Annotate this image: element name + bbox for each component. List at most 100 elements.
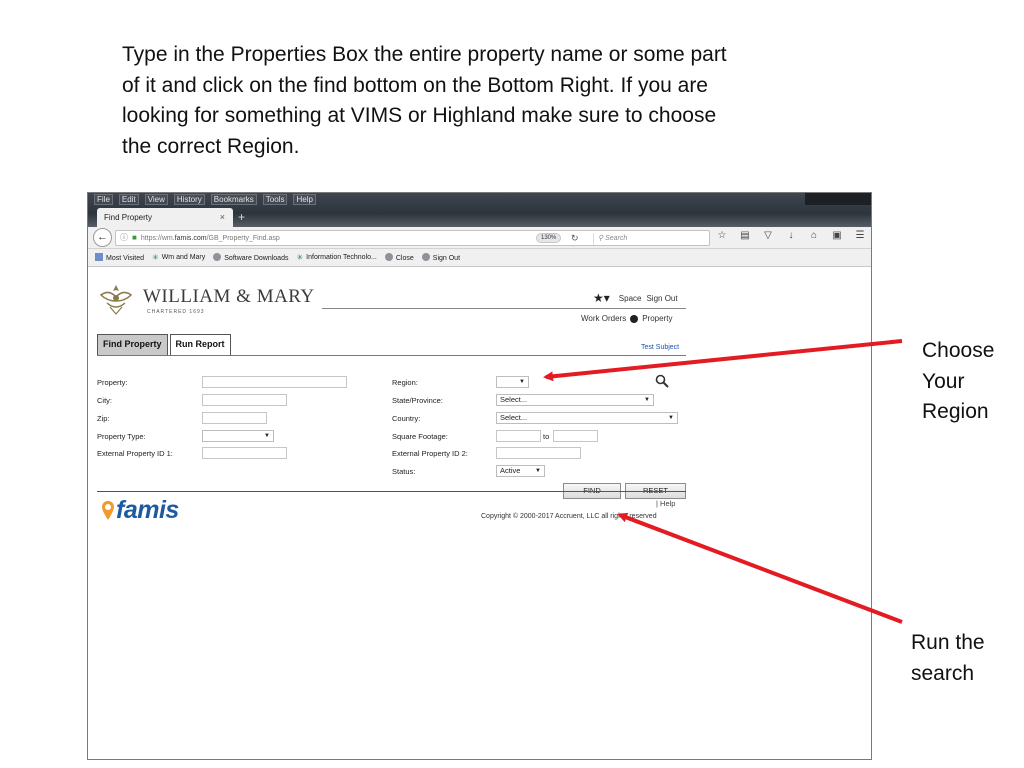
region-select[interactable]: ▼ (496, 376, 529, 388)
choose-region-callout: Choose Your Region (922, 336, 994, 428)
country-value: Select... (500, 413, 528, 422)
nav-space-link[interactable]: Space (619, 294, 642, 303)
bookmark-close[interactable]: Close (384, 253, 414, 262)
globe-icon (384, 253, 393, 261)
zip-input[interactable] (202, 412, 267, 424)
wm-icon: ✳ (152, 253, 159, 262)
bookmark-most-visited[interactable]: Most Visited (95, 253, 144, 262)
bookmark-label: Wm and Mary (161, 254, 206, 261)
instructions-text: Type in the Properties Box the entire pr… (122, 40, 822, 162)
bookmark-label: Most Visited (106, 255, 144, 262)
dropdown-arrow-icon: ▼ (519, 379, 525, 385)
brand-name: WILLIAM & MARY (143, 286, 315, 307)
menu-view[interactable]: View (144, 194, 168, 205)
help-link[interactable]: | Help (656, 499, 675, 508)
property-type-label: Property Type: (97, 432, 146, 441)
header-divider (322, 308, 686, 309)
state-label: State/Province: (392, 396, 443, 405)
test-subject-link[interactable]: Test Subject (641, 344, 679, 351)
sub-nav: Work Orders Property (581, 314, 672, 323)
dropdown-arrow-icon: ▼ (535, 468, 541, 474)
country-select[interactable]: Select... ▼ (496, 412, 678, 424)
city-input[interactable] (202, 394, 287, 406)
top-nav: ★▾ Space Sign Out (593, 291, 678, 305)
tab-run-report[interactable]: Run Report (169, 334, 231, 355)
status-label: Status: (392, 467, 416, 476)
zoom-level-badge[interactable]: 130% (536, 233, 562, 243)
menu-edit[interactable]: Edit (118, 194, 139, 205)
dropdown-arrow-icon: ▼ (264, 433, 270, 439)
instructions-line: of it and click on the find bottom on th… (122, 73, 708, 97)
info-icon[interactable]: ⓘ (120, 231, 128, 245)
library-icon[interactable]: ▤ (739, 230, 751, 241)
menu-history[interactable]: History (173, 194, 205, 205)
dropdown-arrow-icon: ▼ (644, 397, 650, 403)
external-id2-input[interactable] (496, 447, 581, 459)
new-tab-icon[interactable]: + (238, 210, 245, 224)
browser-screenshot: File Edit View History Bookmarks Tools H… (87, 192, 872, 760)
tab-title: Find Property (104, 213, 153, 222)
instructions-line: looking for something at VIMS or Highlan… (122, 104, 717, 127)
external-id1-input[interactable] (202, 447, 287, 459)
browser-titlebar: File Edit View History Bookmarks Tools H… (88, 193, 871, 227)
browser-toolbar: ☆ ▤ ▽ ↓ ⌂ ▣ ☰ (716, 230, 866, 241)
bookmark-star-icon[interactable]: ☆ (716, 230, 728, 241)
square-footage-max-input[interactable] (553, 430, 598, 442)
tab-find-property[interactable]: Find Property (97, 334, 168, 355)
property-input[interactable] (202, 376, 347, 388)
globe-icon (213, 253, 222, 261)
url-bar[interactable]: ⓘ ■ https://wm.famis.com/GB_Property_Find.… (115, 230, 710, 246)
nav-sign-out-link[interactable]: Sign Out (646, 294, 677, 303)
lock-icon: ■ (132, 233, 137, 242)
country-label: Country: (392, 414, 421, 423)
back-arrow-icon[interactable]: ← (93, 228, 112, 247)
instructions-line: the correct Region. (122, 134, 300, 158)
state-value: Select... (500, 395, 528, 404)
bookmark-software-downloads[interactable]: Software Downloads (213, 253, 288, 262)
bookmark-label: Information Technolo... (306, 254, 377, 261)
page-icon (95, 253, 103, 261)
bookmark-label: Software Downloads (224, 255, 289, 262)
bookmark-sign-out[interactable]: Sign Out (421, 253, 461, 262)
external-id1-label: External Property ID 1: (97, 449, 173, 458)
url-path: /GB_Property_Find.asp (206, 235, 280, 242)
favorites-star-icon[interactable]: ★▾ (593, 291, 610, 305)
window-controls (805, 193, 871, 205)
search-icon[interactable] (655, 374, 669, 388)
run-search-callout: Run the search (911, 628, 985, 689)
status-value: Active (500, 466, 521, 475)
famis-pin-icon (102, 500, 114, 520)
search-placeholder: Search (605, 235, 628, 242)
bookmark-label: Sign Out (432, 255, 461, 262)
brand-subtitle: CHARTERED 1693 (147, 309, 205, 315)
nav-work-orders-link[interactable]: Work Orders (581, 314, 626, 323)
menu-bookmarks[interactable]: Bookmarks (210, 194, 257, 205)
menu-file[interactable]: File (94, 194, 113, 205)
wm-crest-icon (99, 285, 133, 315)
menu-tools[interactable]: Tools (262, 194, 288, 205)
tabs-divider (97, 355, 686, 356)
property-type-select[interactable]: ▼ (202, 430, 274, 442)
bullet-icon (630, 314, 639, 323)
menu-hamburger-icon[interactable]: ☰ (854, 230, 866, 241)
instructions-line: Type in the Properties Box the entire pr… (122, 43, 727, 66)
extension-icon[interactable]: ▣ (831, 230, 843, 241)
home-icon[interactable]: ⌂ (808, 230, 820, 241)
square-footage-min-input[interactable] (496, 430, 541, 442)
search-field[interactable]: ⚲ Search (593, 233, 733, 245)
bookmark-information-technology[interactable]: ✳ Information Technolo... (296, 253, 376, 262)
close-icon[interactable]: × (220, 212, 225, 222)
status-select[interactable]: Active ▼ (496, 465, 545, 477)
bookmark-label: Close (395, 255, 414, 262)
bookmark-wm-and-mary[interactable]: ✳ Wm and Mary (152, 253, 205, 262)
famis-logo: famis (101, 496, 179, 525)
state-select[interactable]: Select... ▼ (496, 394, 654, 406)
url-domain: famis.com (174, 235, 207, 242)
nav-property-link[interactable]: Property (642, 314, 672, 323)
reload-icon[interactable]: ↻ (571, 231, 579, 245)
menu-help[interactable]: Help (293, 194, 316, 205)
region-label: Region: (392, 378, 418, 387)
pocket-icon[interactable]: ▽ (762, 230, 774, 241)
download-icon[interactable]: ↓ (785, 230, 797, 241)
browser-tab[interactable]: Find Property × (97, 208, 233, 227)
